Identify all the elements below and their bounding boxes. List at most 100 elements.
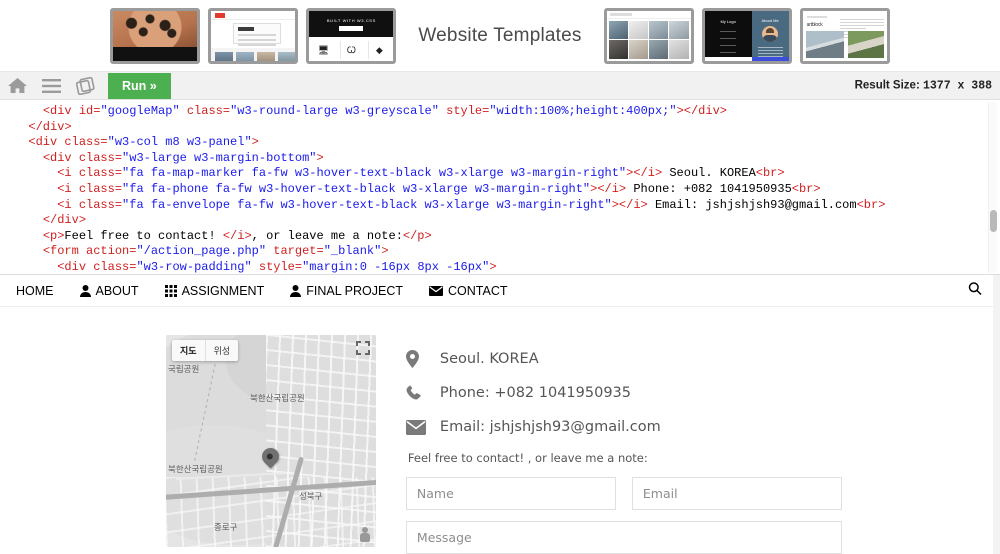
contact-note: Feel free to contact! , or leave me a no… [407,451,648,465]
code-token: <form [42,244,87,259]
travel-thumb-card [233,22,282,46]
nav-item-assignment[interactable]: ASSIGNMENT [164,284,278,298]
code-line: <div id="googleMap" class="w3-round-larg… [14,104,1000,120]
editor-toolbar: Run » Result Size: 1377 x 388 [0,72,1000,100]
contact-row-address: Seoul. KOREA [405,347,1000,371]
map-type-toggle[interactable]: 지도 위성 [172,340,239,361]
code-line: <div class="w3-large w3-margin-bottom"> [14,151,1000,167]
code-token: > [489,259,497,274]
code-token: "w3-large w3-margin-bottom" [122,150,317,165]
user-icon [290,284,302,297]
code-token: "fa fa-phone fa-fw w3-hover-text-black w… [122,181,591,196]
search-icon[interactable] [968,281,982,300]
preview-scrollbar[interactable] [993,275,1000,554]
code-editor-content[interactable]: <div id="googleMap" class="w3-round-larg… [0,100,1000,274]
fullscreen-icon[interactable] [355,341,370,355]
portfolio-thumb-footer [704,56,789,61]
result-size-label: Result Size: [854,79,920,91]
restaurant-thumb-image [113,10,198,47]
message-input[interactable] [405,521,842,554]
code-token: "w3-row-padding" [136,259,252,274]
travel-thumb-gallery [211,47,296,61]
code-editor[interactable]: <div id="googleMap" class="w3-round-larg… [0,100,1000,275]
code-token: <i [57,197,79,212]
contact-phone-text: Phone: +082 1041950935 [439,385,632,401]
template-thumbnail-travel[interactable] [208,7,299,64]
code-token: Seoul. KOREA [662,166,756,181]
architecture-thumb-image-2 [847,30,884,58]
site-content: 국립공원 북한산국립공원 북한산국립공원 성북구 종로구 지도 위성 Seoul. KOR [0,307,1000,554]
code-token: ></div> [676,104,727,118]
map-type-option[interactable]: 지도 [172,340,205,361]
code-token: "googleMap" [100,104,180,118]
code-token: class= [78,197,123,212]
code-token: class= [64,135,108,150]
editor-scrollbar-thumb[interactable] [990,210,997,232]
photogrid-thumb-topbar [606,10,691,19]
phone-icon [406,384,440,402]
google-map[interactable]: 국립공원 북한산국립공원 북한산국립공원 성북구 종로구 지도 위성 [166,335,376,547]
site-navbar: HOME ABOUT ASSIGNMENT FINAL PROJECT CONTACT [0,275,1000,307]
contact-panel: Seoul. KOREA Phone: +082 1041950935 Emai… [405,335,1000,554]
code-line: <div class="w3-col m8 w3-panel"> [14,135,1000,151]
code-token: </div> [42,213,87,228]
banner-title: Website Templates [418,24,582,46]
code-token: "/action_page.php" [136,244,267,259]
code-token: class= [93,259,137,274]
code-token: ></i> [626,166,663,181]
contact-email-text: Email: jshjshjsh93@gmail.com [439,419,661,435]
template-thumbnail-restaurant[interactable] [110,7,201,64]
nav-item-home[interactable]: HOME [14,284,67,298]
w3css-thumb-header: BUILT WITH W3.CSS [309,10,394,37]
result-size-indicator: Result Size: 1377 x 388 [855,79,992,92]
editor-scrollbar[interactable] [988,102,997,273]
hamburger-menu-icon[interactable] [34,72,68,100]
template-thumbnail-architecture[interactable]: artblock [799,7,890,64]
code-token: <i [57,166,79,181]
code-token: class= [78,150,123,165]
template-thumbnail-portfolio[interactable]: My Logo About Me [701,7,792,64]
code-token: "margin:0 -16px 8px -16px" [302,259,490,274]
email-input[interactable] [631,477,842,510]
code-token: <i [57,181,79,196]
toggle-layout-icon[interactable] [68,72,102,100]
code-token: "fa fa-envelope fa-fw w3-hover-text-blac… [122,197,612,212]
code-token: ></i> [611,197,648,212]
nav-item-contact[interactable]: CONTACT [429,284,521,298]
home-icon[interactable] [0,72,34,100]
code-token: > [381,244,389,259]
code-token: <div [42,150,79,165]
code-token: <p> [42,228,65,243]
code-line: <form action="/action_page.php" target="… [14,244,1000,260]
code-line: <p>Feel free to contact! </i>, or leave … [14,229,1000,245]
template-thumbnail-w3css[interactable]: BUILT WITH W3.CSS 🖥 Ꞷ ◆ [306,7,397,64]
code-token: style= [258,259,303,274]
portfolio-avatar-icon [762,25,779,42]
travel-thumb-topbar [211,10,296,20]
code-token: <br> [856,197,886,212]
run-button[interactable]: Run » [108,72,171,99]
code-token: Feel free to contact! [64,228,223,243]
code-token: <div [57,259,94,274]
portfolio-thumb-left: My Logo [704,10,752,57]
street-view-pegman-icon[interactable] [359,527,370,543]
map-label: 북한산국립공원 [250,394,305,404]
portfolio-thumb-right: About Me [751,10,789,60]
code-token: "_blank" [323,244,382,259]
code-line: <i class="fa fa-phone fa-fw w3-hover-tex… [14,182,1000,198]
result-size-value: 1377 x 388 [922,79,992,92]
map-type-option[interactable]: 위성 [204,340,239,361]
code-token: <div [42,104,79,118]
name-input[interactable] [405,477,616,510]
nav-item-final-project[interactable]: FINAL PROJECT [290,284,416,298]
contact-address-text: Seoul. KOREA [439,351,539,367]
template-thumbnail-photogrid[interactable] [603,7,694,64]
code-token: Phone: +082 1041950935 [626,181,792,196]
grid-icon [164,284,177,297]
code-token: </p> [402,228,432,243]
nav-item-about[interactable]: ABOUT [79,284,152,298]
code-token: target= [273,244,324,259]
code-line: </div> [14,120,1000,136]
